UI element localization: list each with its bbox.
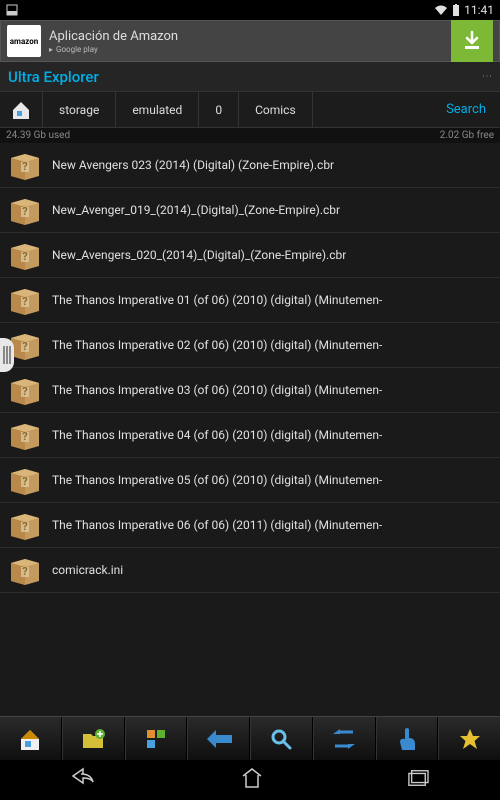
star-icon [458, 727, 482, 751]
file-row[interactable]: ? comicrack.ini [0, 548, 500, 593]
wifi-icon [434, 4, 448, 16]
notification-icon [6, 4, 18, 16]
back-icon [71, 767, 97, 789]
file-name: comicrack.ini [52, 563, 123, 577]
svg-text:?: ? [22, 250, 28, 263]
breadcrumb-storage[interactable]: storage [43, 92, 116, 127]
file-name: The Thanos Imperative 03 (of 06) (2010) … [52, 383, 382, 397]
file-row[interactable]: ? New Avengers 023 (2014) (Digital) (Zone… [0, 143, 500, 188]
nav-home-button[interactable] [220, 762, 284, 798]
nav-back-button[interactable] [51, 762, 117, 798]
file-name: The Thanos Imperative 02 (of 06) (2010) … [52, 338, 382, 352]
toolbar-search-button[interactable] [250, 717, 313, 760]
breadcrumb-home[interactable] [0, 92, 43, 127]
storage-info: 24.39 Gb used 2.02 Gb free [0, 128, 500, 143]
file-icon: ? [8, 238, 42, 272]
file-name: New_Avenger_019_(2014)_(Digital)_(Zone-E… [52, 203, 340, 217]
file-row[interactable]: ? The Thanos Imperative 05 (of 06) (2010)… [0, 458, 500, 503]
toolbar-home-button[interactable] [0, 717, 62, 760]
file-list[interactable]: ? New Avengers 023 (2014) (Digital) (Zone… [0, 143, 500, 716]
home-icon [10, 99, 32, 121]
android-nav-bar [0, 760, 500, 800]
toolbar-back-button[interactable] [187, 717, 250, 760]
breadcrumb-0[interactable]: 0 [199, 92, 239, 127]
svg-text:?: ? [22, 520, 28, 533]
file-icon: ? [8, 418, 42, 452]
svg-text:?: ? [22, 340, 28, 353]
search-link[interactable]: Search [432, 102, 500, 117]
file-row[interactable]: ? The Thanos Imperative 03 (of 06) (2010)… [0, 368, 500, 413]
toolbar-sort-button[interactable] [125, 717, 188, 760]
refresh-icon [331, 728, 357, 750]
toolbar-add-button[interactable] [62, 717, 125, 760]
toolbar-favorite-button[interactable] [438, 717, 500, 760]
file-icon: ? [8, 553, 42, 587]
breadcrumb: storage emulated 0 Comics Search [0, 92, 500, 128]
file-icon: ? [8, 148, 42, 182]
overflow-menu-icon[interactable]: ⋮ [481, 71, 492, 83]
ad-text: Aplicación de Amazon [49, 29, 443, 44]
clock: 11:41 [464, 3, 494, 17]
title-bar: Ultra Explorer ⋮ [0, 62, 500, 92]
nav-recent-button[interactable] [387, 763, 449, 797]
file-row[interactable]: ? New_Avengers_020_(2014)_(Digital)_(Zone… [0, 233, 500, 278]
file-name: New_Avengers_020_(2014)_(Digital)_(Zone-… [52, 248, 346, 262]
toolbar-select-button[interactable] [376, 717, 439, 760]
svg-text:?: ? [22, 295, 28, 308]
svg-text:?: ? [22, 565, 28, 578]
svg-text:?: ? [22, 205, 28, 218]
sort-icon [144, 727, 168, 751]
recent-icon [407, 768, 429, 788]
back-icon [206, 729, 232, 749]
add-folder-icon [80, 726, 106, 752]
file-name: The Thanos Imperative 05 (of 06) (2010) … [52, 473, 382, 487]
drawer-handle[interactable] [0, 338, 14, 372]
svg-text:?: ? [22, 475, 28, 488]
svg-text:?: ? [22, 160, 28, 173]
file-row[interactable]: ? The Thanos Imperative 04 (of 06) (2010)… [0, 413, 500, 458]
file-icon: ? [8, 508, 42, 542]
touch-icon [397, 726, 417, 752]
storage-free: 2.02 Gb free [440, 130, 494, 141]
home-icon [17, 726, 43, 752]
ad-banner[interactable]: amazon Aplicación de Amazon ▸ Google pla… [0, 20, 500, 62]
file-icon: ? [8, 283, 42, 317]
file-name: The Thanos Imperative 04 (of 06) (2010) … [52, 428, 382, 442]
toolbar-refresh-button[interactable] [313, 717, 376, 760]
app-title: Ultra Explorer [8, 68, 99, 86]
svg-text:?: ? [22, 385, 28, 398]
file-row[interactable]: ? The Thanos Imperative 02 (of 06) (2010)… [0, 323, 500, 368]
google-play-badge: ▸ Google play [49, 45, 443, 54]
file-icon: ? [8, 193, 42, 227]
breadcrumb-comics[interactable]: Comics [239, 92, 313, 127]
breadcrumb-emulated[interactable]: emulated [116, 92, 199, 127]
file-name: The Thanos Imperative 06 (of 06) (2011) … [52, 518, 382, 532]
download-icon[interactable] [451, 20, 493, 62]
file-name: New Avengers 023 (2014) (Digital) (Zone-… [52, 158, 334, 172]
status-bar: 11:41 [0, 0, 500, 20]
file-row[interactable]: ? The Thanos Imperative 06 (of 06) (2011)… [0, 503, 500, 548]
storage-used: 24.39 Gb used [6, 130, 70, 141]
file-row[interactable]: ? New_Avenger_019_(2014)_(Digital)_(Zone-… [0, 188, 500, 233]
battery-icon [452, 4, 460, 16]
file-icon: ? [8, 463, 42, 497]
home-icon [240, 767, 264, 789]
svg-text:?: ? [22, 430, 28, 443]
file-icon: ? [8, 373, 42, 407]
file-row[interactable]: ? The Thanos Imperative 01 (of 06) (2010)… [0, 278, 500, 323]
search-icon [269, 727, 293, 751]
file-name: The Thanos Imperative 01 (of 06) (2010) … [52, 293, 382, 307]
amazon-logo: amazon [7, 25, 41, 57]
bottom-toolbar [0, 716, 500, 760]
